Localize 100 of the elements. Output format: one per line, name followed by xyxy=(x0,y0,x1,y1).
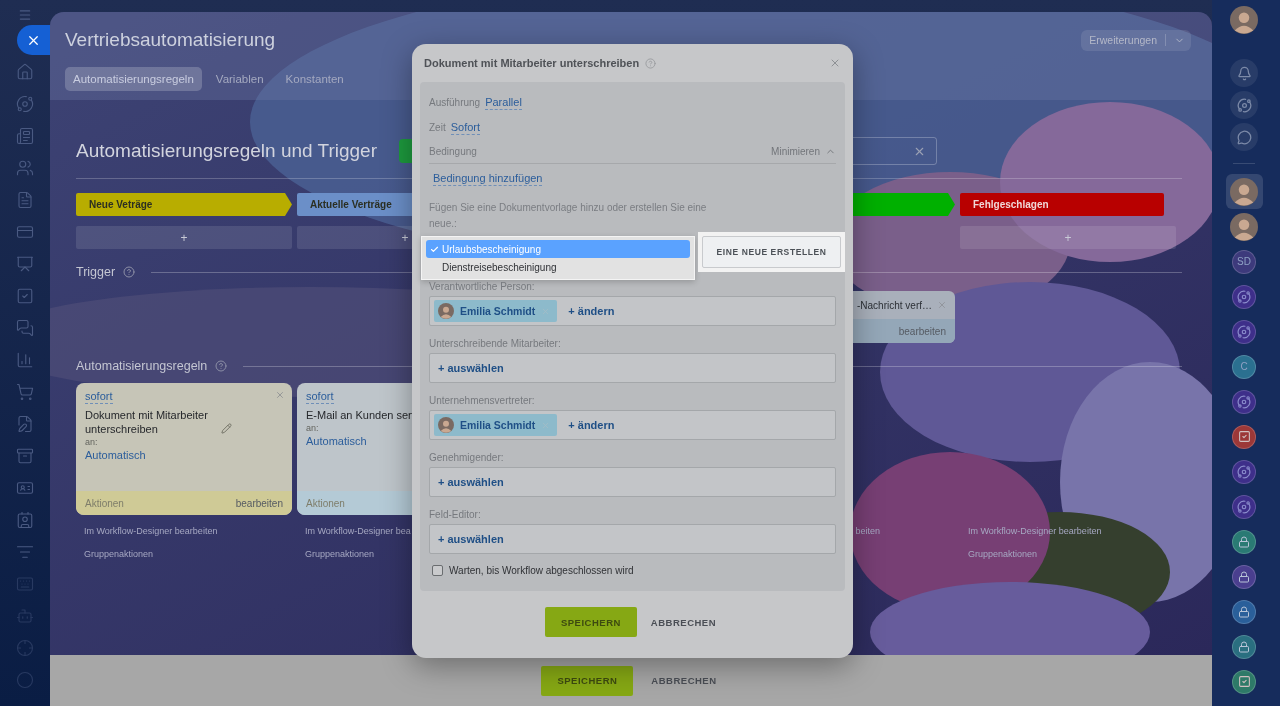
stage-header[interactable]: Neue Veträge xyxy=(76,193,292,216)
dialog-title: Dokument mit Mitarbeiter unterschreiben xyxy=(424,57,640,69)
save-button[interactable]: SPEICHERN xyxy=(544,607,637,637)
chat-icon[interactable] xyxy=(1230,123,1258,151)
user-field[interactable]: Emilia Schmidt + ändern xyxy=(429,410,836,440)
setting-label: Ausführung xyxy=(429,96,481,109)
field-action-link[interactable]: + auswählen xyxy=(434,476,504,488)
newspaper-icon[interactable] xyxy=(16,127,34,145)
chat-item[interactable]: SD xyxy=(1225,244,1263,279)
stage-link[interactable]: Gruppenaktionen xyxy=(968,549,1038,559)
setting-link[interactable]: Sofort xyxy=(450,120,481,135)
stage-name: Fehlgeschlagen xyxy=(973,199,1049,210)
avatar xyxy=(438,417,454,433)
dropdown-option[interactable]: Urlaubsbescheinigung xyxy=(426,240,690,258)
robot-icon[interactable] xyxy=(16,607,34,625)
document-icon[interactable] xyxy=(16,191,34,209)
add-condition-link[interactable]: Bedingung hinzufügen xyxy=(433,172,543,186)
chat-icon[interactable] xyxy=(16,319,34,337)
user-field[interactable]: + auswählen xyxy=(429,524,836,554)
avatar xyxy=(1230,177,1258,206)
stage-link[interactable]: Im Workflow-Designer bearbeiten xyxy=(84,526,218,536)
page-title: Vertriebsautomatisierung xyxy=(65,29,276,51)
contact-icon[interactable] xyxy=(16,511,34,529)
tab[interactable]: Konstanten xyxy=(277,67,352,91)
user-field[interactable]: Emilia Schmidt + ändern xyxy=(429,296,836,326)
field-label: Verantwortliche Person: xyxy=(429,281,536,293)
check-icon xyxy=(430,244,439,254)
stage-header[interactable]: Fehlgeschlagen xyxy=(960,193,1164,216)
home-icon[interactable] xyxy=(16,63,34,81)
presentation-icon[interactable] xyxy=(16,255,34,273)
tab[interactable]: Automatisierungsregeln xyxy=(65,67,202,91)
user-chip[interactable]: Emilia Schmidt xyxy=(434,414,558,436)
close-icon[interactable] xyxy=(275,390,285,400)
help-icon[interactable] xyxy=(215,360,228,372)
crosshair-icon[interactable] xyxy=(16,639,34,657)
checkbox-icon[interactable] xyxy=(16,287,34,305)
edit-link[interactable]: bearbeiten xyxy=(898,325,946,337)
recipient-link[interactable]: Automatisch xyxy=(306,435,367,447)
filter-icon[interactable] xyxy=(16,543,34,561)
field-action-link[interactable]: + ändern xyxy=(564,305,615,317)
user-name: Emilia Schmidt xyxy=(460,419,536,431)
timing-link[interactable]: sofort xyxy=(306,390,334,404)
bell-icon[interactable] xyxy=(1230,59,1258,87)
timing-link[interactable]: sofort xyxy=(85,390,113,404)
archive-icon[interactable] xyxy=(16,447,34,465)
field-action-link[interactable]: + auswählen xyxy=(434,362,504,374)
section-title: Automatisierungsregeln und Trigger xyxy=(76,140,377,162)
stage-link[interactable]: Im Workflow-Designer bea xyxy=(305,526,411,536)
template-dropdown[interactable]: Urlaubsbescheinigung Dienstreisebescheinigung xyxy=(421,236,695,280)
field-action-link[interactable]: + ändern xyxy=(564,419,615,431)
setting-link[interactable]: Parallel xyxy=(485,95,522,110)
extensions-button[interactable]: Erweiterungen xyxy=(1081,29,1191,51)
cancel-button[interactable]: ABBRECHEN xyxy=(647,665,721,696)
user-chip[interactable]: Emilia Schmidt xyxy=(434,300,558,322)
orbit-icon[interactable] xyxy=(16,95,34,113)
circle-icon[interactable] xyxy=(16,671,34,689)
account-avatar xyxy=(1230,6,1258,34)
recipient-link[interactable]: Automatisch xyxy=(85,449,146,461)
stage-link[interactable]: Gruppenaktionen xyxy=(84,549,154,559)
actions-label: Aktionen xyxy=(85,497,124,509)
document-edit-icon[interactable] xyxy=(16,415,34,433)
setting-label: Zeit xyxy=(429,121,446,134)
actions-label: Aktionen xyxy=(306,497,345,509)
menu-icon[interactable] xyxy=(18,8,32,22)
keyboard-icon[interactable] xyxy=(16,575,34,593)
orbit-icon[interactable] xyxy=(1230,91,1258,119)
stage-link[interactable]: beiten xyxy=(855,526,880,536)
user-field[interactable]: + auswählen xyxy=(429,467,836,497)
field-label: Unterschreibende Mitarbeiter: xyxy=(429,338,562,350)
card-icon[interactable] xyxy=(16,223,34,241)
user-name: Emilia Schmidt xyxy=(460,305,536,317)
initials-badge: SD xyxy=(1232,249,1256,274)
cancel-button[interactable]: ABBRECHEN xyxy=(646,607,721,637)
cart-icon[interactable] xyxy=(16,383,34,401)
rules-title: Automatisierungsregeln xyxy=(76,359,208,373)
field-action-link[interactable]: + auswählen xyxy=(434,533,504,545)
create-button[interactable]: EINE NEUE ERSTELLEN xyxy=(702,236,841,268)
add-rule-button[interactable]: + xyxy=(76,226,292,249)
avatar xyxy=(438,303,454,319)
user-field[interactable]: + auswählen xyxy=(429,353,836,383)
people-icon[interactable] xyxy=(16,159,34,177)
minimize-button[interactable]: Minimieren xyxy=(771,146,836,157)
id-card-icon[interactable] xyxy=(16,479,34,497)
tab[interactable]: Variablen xyxy=(207,67,272,91)
edit-link[interactable]: bearbeiten xyxy=(235,497,283,509)
add-rule-button[interactable]: + xyxy=(960,226,1176,249)
checkbox[interactable] xyxy=(432,565,443,576)
help-icon[interactable] xyxy=(123,266,136,278)
trigger-name: -Nachricht verf… xyxy=(857,299,932,311)
pencil-icon[interactable] xyxy=(221,423,232,434)
dropdown-option[interactable]: Dienstreisebescheinigung xyxy=(426,258,690,276)
close-icon[interactable] xyxy=(937,300,947,310)
chat-item[interactable]: C xyxy=(1225,349,1263,384)
save-button[interactable]: SPEICHERN xyxy=(541,665,634,696)
condition-label: Bedingung xyxy=(429,145,477,158)
stage-link[interactable]: Gruppenaktionen xyxy=(305,549,375,559)
bar-chart-icon[interactable] xyxy=(16,351,34,369)
help-icon[interactable] xyxy=(645,57,657,69)
rule-title: Dokument mit Mitarbeiter unterschreiben xyxy=(85,408,209,436)
chat-item[interactable] xyxy=(1225,174,1263,209)
